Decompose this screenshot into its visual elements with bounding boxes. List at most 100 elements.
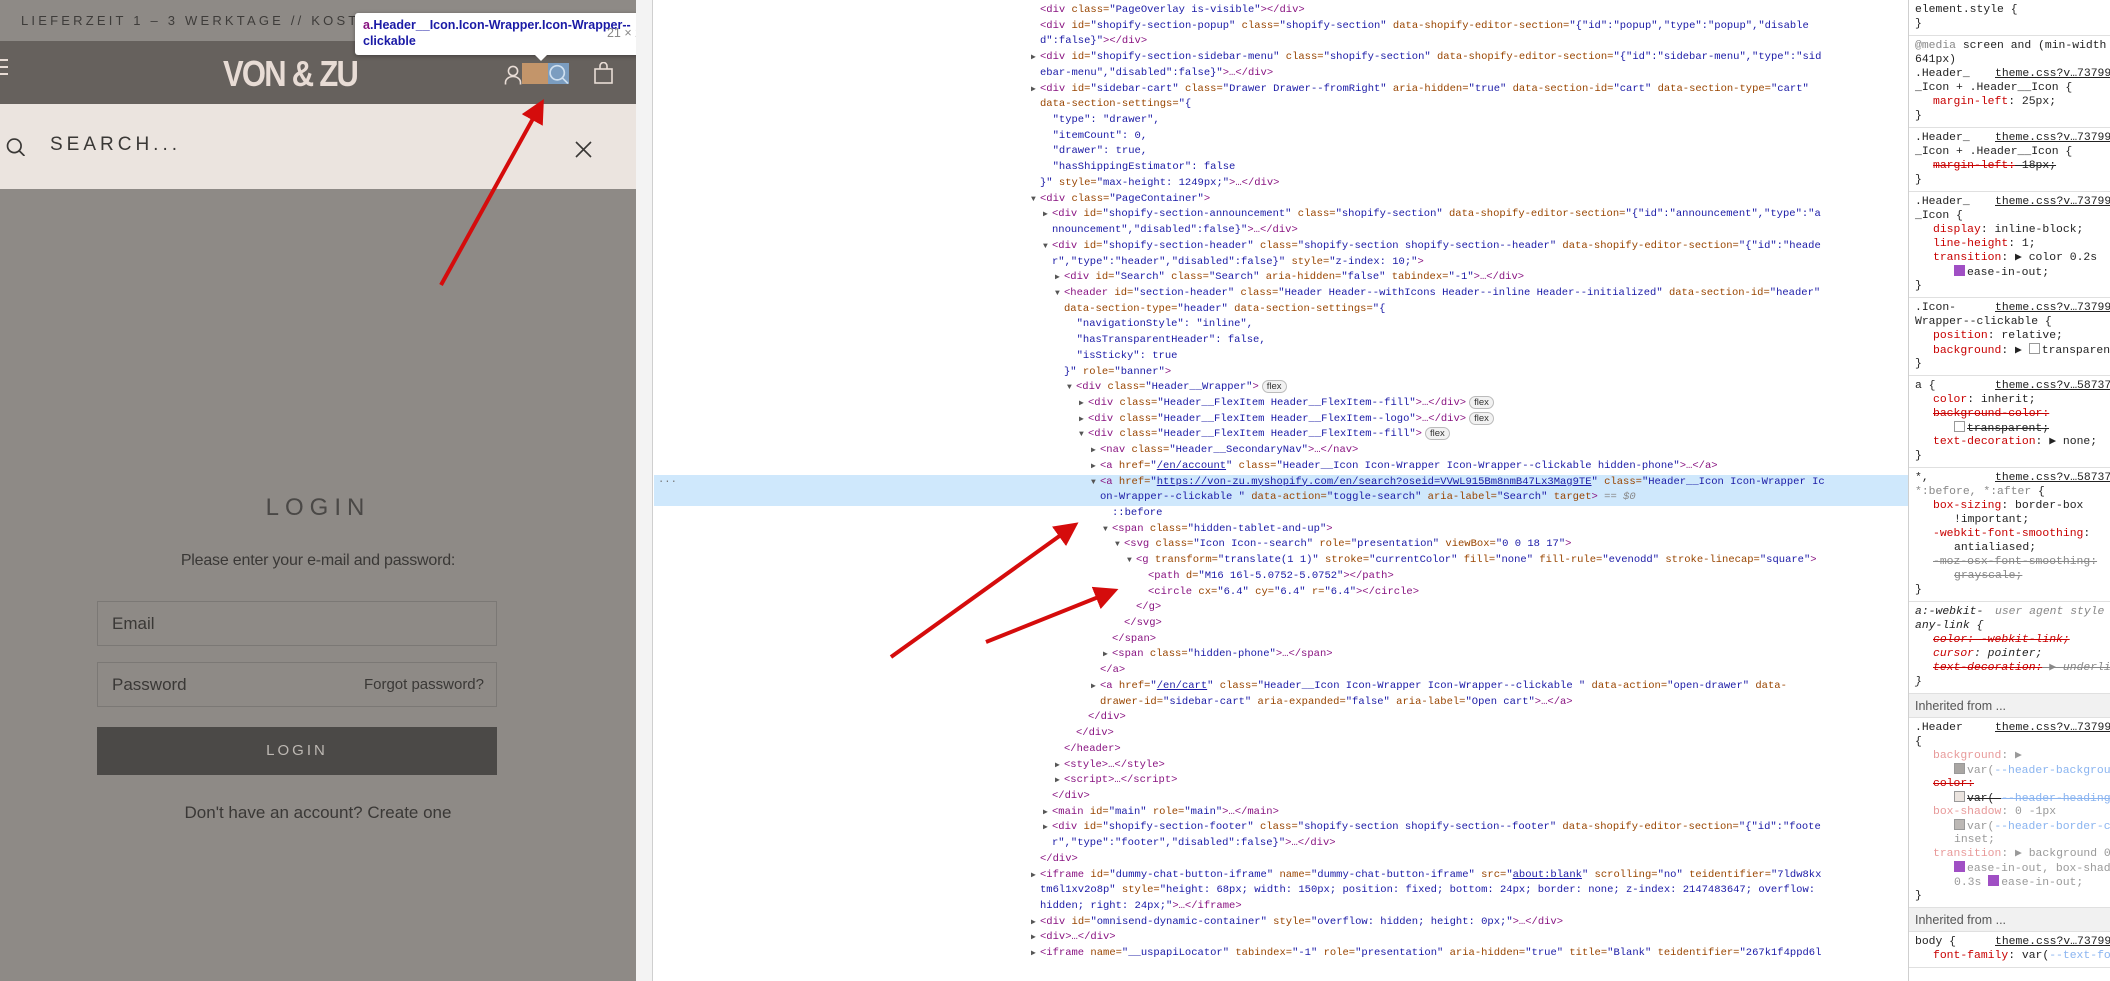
dom-node-line[interactable]: ▼ <div class="PageContainer"> bbox=[654, 192, 1908, 208]
expand-triangle-icon[interactable]: ▶ bbox=[1091, 679, 1096, 695]
expand-triangle-icon[interactable]: ▶ bbox=[1079, 396, 1084, 412]
dom-node-line[interactable]: ▼ <header id="section-header" class="Head… bbox=[654, 286, 1908, 302]
dom-node-line[interactable]: ebar-menu","disabled":false}">…</div> bbox=[654, 66, 1908, 82]
attr-link[interactable]: https://von-zu.myshopify.com/en/search?o… bbox=[1157, 476, 1592, 488]
dom-node-line[interactable]: </header> bbox=[654, 742, 1908, 758]
dom-node-line[interactable]: <div id="shopify-section-popup" class="s… bbox=[654, 19, 1908, 35]
dom-node-line[interactable]: </svg> bbox=[654, 616, 1908, 632]
collapse-triangle-icon[interactable]: ▼ bbox=[1103, 522, 1108, 538]
dom-node-selected[interactable]: ··· ▼ <a href="https://von-zu.myshopify.co… bbox=[654, 474, 1908, 491]
close-icon[interactable] bbox=[575, 141, 592, 158]
password-field[interactable]: Password Forgot password? bbox=[97, 662, 497, 707]
dom-node-line[interactable]: tm6l1xv2o8p" style="height: 68px; width:… bbox=[654, 883, 1908, 899]
dom-node-line[interactable]: "itemCount": 0, bbox=[654, 129, 1908, 145]
cart-icon[interactable] bbox=[594, 62, 613, 84]
expand-triangle-icon[interactable]: ▶ bbox=[1055, 758, 1060, 774]
dom-node-line[interactable]: ▶ <div id="Search" class="Search" aria-hi… bbox=[654, 270, 1908, 286]
dom-node-line[interactable]: ▶ <span class="hidden-phone">…</span> bbox=[654, 647, 1908, 663]
flex-badge[interactable]: flex bbox=[1424, 427, 1450, 441]
stylesheet-source-link[interactable]: theme.css?v…737998 bbox=[1995, 195, 2110, 209]
search-icon[interactable] bbox=[549, 64, 569, 84]
dom-node-line[interactable]: </g> bbox=[654, 600, 1908, 616]
dom-node-line[interactable]: ▼ <g transform="translate(1 1)" stroke="c… bbox=[654, 553, 1908, 569]
search-input[interactable]: SEARCH... bbox=[50, 134, 181, 156]
collapse-triangle-icon[interactable]: ▼ bbox=[1127, 553, 1132, 569]
dom-node-line[interactable]: ▼ <svg class="Icon Icon--search" role="pr… bbox=[654, 537, 1908, 553]
dom-node-line[interactable]: ▶ <div>…</div> bbox=[654, 930, 1908, 946]
stylesheet-source-link[interactable]: theme.css?v…737998 bbox=[1995, 935, 2110, 949]
dom-node-line[interactable]: <div class="PageOverlay is-visible"></di… bbox=[654, 3, 1908, 19]
dom-node-line[interactable]: r","type":"header","disabled":false}" st… bbox=[654, 255, 1908, 271]
dom-node-line[interactable]: ▼ <div id="shopify-section-header" class=… bbox=[654, 239, 1908, 255]
collapse-triangle-icon[interactable]: ▼ bbox=[1067, 380, 1072, 396]
forgot-password-link[interactable]: Forgot password? bbox=[364, 663, 484, 706]
style-rule[interactable]: .Header_ theme.css?v…737998 _Icon {display… bbox=[1909, 192, 2110, 298]
dom-node-line[interactable]: ▶ <iframe name="__uspapiLocator" tabindex… bbox=[654, 946, 1908, 962]
dom-node-line[interactable]: </div> bbox=[654, 726, 1908, 742]
collapse-triangle-icon[interactable]: ▼ bbox=[1043, 239, 1048, 255]
elements-tree[interactable]: <div class="PageOverlay is-visible"></di… bbox=[654, 3, 1908, 981]
expand-triangle-icon[interactable]: ▶ bbox=[1079, 412, 1084, 428]
expand-triangle-icon[interactable]: ▶ bbox=[1031, 82, 1036, 98]
style-rule[interactable]: .Icon-theme.css?v…737998 Wrapper--clickab… bbox=[1909, 298, 2110, 376]
dom-node-line[interactable]: ▶ <div id="shopify-section-sidebar-menu" … bbox=[654, 50, 1908, 66]
style-rule[interactable]: .Header theme.css?v…737998{background: ▶ v… bbox=[1909, 718, 2110, 908]
expand-triangle-icon[interactable]: ▶ bbox=[1043, 820, 1048, 836]
dom-node-line[interactable]: ▶ <div id="shopify-section-footer" class=… bbox=[654, 820, 1908, 836]
dom-node-line[interactable]: ▶ <div id="omnisend-dynamic-container" st… bbox=[654, 915, 1908, 931]
style-rule[interactable]: element.style {} bbox=[1909, 0, 2110, 36]
collapse-triangle-icon[interactable]: ▼ bbox=[1079, 427, 1084, 443]
color-swatch-icon[interactable] bbox=[1954, 763, 1965, 774]
dom-node-line[interactable]: "navigationStyle": "inline", bbox=[654, 317, 1908, 333]
collapse-triangle-icon[interactable]: ▼ bbox=[1091, 475, 1096, 491]
expand-triangle-icon[interactable]: ▶ bbox=[1031, 50, 1036, 66]
stylesheet-source-link[interactable]: theme.css?v…587379 bbox=[1995, 379, 2110, 393]
dom-node-line[interactable]: d":false}"></div> bbox=[654, 34, 1908, 50]
email-field[interactable]: Email bbox=[97, 601, 497, 646]
dom-node-line[interactable]: ▶ <div class="Header__FlexItem Header__Fl… bbox=[654, 411, 1908, 428]
dom-node-line[interactable]: ▶ <a href="/en/account" class="Header__Ic… bbox=[654, 459, 1908, 475]
expand-triangle-icon[interactable]: ▶ bbox=[1055, 270, 1060, 286]
dom-node-line[interactable]: data-section-settings="{ bbox=[654, 97, 1908, 113]
dom-node-line[interactable]: drawer-id="sidebar-cart" aria-expanded="… bbox=[654, 695, 1908, 711]
flex-badge[interactable]: flex bbox=[1469, 411, 1494, 425]
dom-node-line[interactable]: </div> bbox=[654, 852, 1908, 868]
style-rule[interactable]: body {theme.css?v…737998 font-family: var… bbox=[1909, 932, 2110, 968]
dom-node-line[interactable]: }" style="max-height: 1249px;">…</div> bbox=[654, 176, 1908, 192]
dom-node-line[interactable]: nnouncement","disabled":false}">…</div> bbox=[654, 223, 1908, 239]
expand-triangle-icon[interactable]: ▶ bbox=[1031, 915, 1036, 931]
attr-link[interactable]: about:blank bbox=[1513, 869, 1582, 881]
dom-node-line[interactable]: "type": "drawer", bbox=[654, 113, 1908, 129]
expand-triangle-icon[interactable]: ▶ bbox=[1031, 930, 1036, 946]
style-rule[interactable]: a {theme.css?v…587379 color: inherit; back… bbox=[1909, 376, 2110, 468]
color-swatch-icon[interactable] bbox=[1954, 421, 1965, 432]
collapse-triangle-icon[interactable]: ▼ bbox=[1115, 537, 1120, 553]
node-actions-icon[interactable]: ··· bbox=[658, 475, 677, 491]
color-swatch-icon[interactable] bbox=[2028, 343, 2040, 354]
account-icon[interactable] bbox=[504, 65, 522, 85]
dom-node-line[interactable]: <path d="M16 16l-5.0752-5.0752"></path> bbox=[654, 569, 1908, 585]
color-swatch-icon[interactable] bbox=[1954, 819, 1965, 830]
attr-link[interactable]: /en/cart bbox=[1157, 680, 1207, 692]
stylesheet-source-link[interactable]: theme.css?v…737998 bbox=[1995, 67, 2110, 81]
expand-triangle-icon[interactable]: ▶ bbox=[1091, 443, 1096, 459]
easing-editor-icon[interactable] bbox=[1954, 861, 1965, 872]
dom-node-line[interactable]: ▶ <main id="main" role="main">…</main> bbox=[654, 805, 1908, 821]
dom-node-line[interactable]: <circle cx="6.4" cy="6.4" r="6.4"></circ… bbox=[654, 585, 1908, 601]
stylesheet-source-link[interactable]: theme.css?v…737998 bbox=[1995, 301, 2110, 315]
flex-badge[interactable]: flex bbox=[1261, 380, 1287, 394]
expand-triangle-icon[interactable]: ▶ bbox=[1031, 868, 1036, 884]
dom-node-line[interactable]: ▶ <div class="Header__FlexItem Header__Fl… bbox=[654, 395, 1908, 412]
dom-node-line[interactable]: ▶ <div id="shopify-section-announcement" … bbox=[654, 207, 1908, 223]
collapse-triangle-icon[interactable]: ▼ bbox=[1031, 192, 1036, 208]
expand-triangle-icon[interactable]: ▶ bbox=[1103, 647, 1108, 663]
color-swatch-icon[interactable] bbox=[1954, 791, 1965, 802]
dom-node-line[interactable]: ▶ <style>…</style> bbox=[654, 758, 1908, 774]
dom-node-line[interactable]: ▼ <div class="Header__FlexItem Header__Fl… bbox=[654, 427, 1908, 443]
devtools-resize-gutter[interactable] bbox=[636, 0, 653, 981]
dom-node-line[interactable]: ▶ <a href="/en/cart" class="Header__Icon … bbox=[654, 679, 1908, 695]
dom-node-line[interactable]: </a> bbox=[654, 663, 1908, 679]
expand-triangle-icon[interactable]: ▶ bbox=[1031, 946, 1036, 962]
dom-node-line[interactable]: ▶ <script>…</script> bbox=[654, 773, 1908, 789]
menu-icon[interactable] bbox=[0, 59, 8, 75]
